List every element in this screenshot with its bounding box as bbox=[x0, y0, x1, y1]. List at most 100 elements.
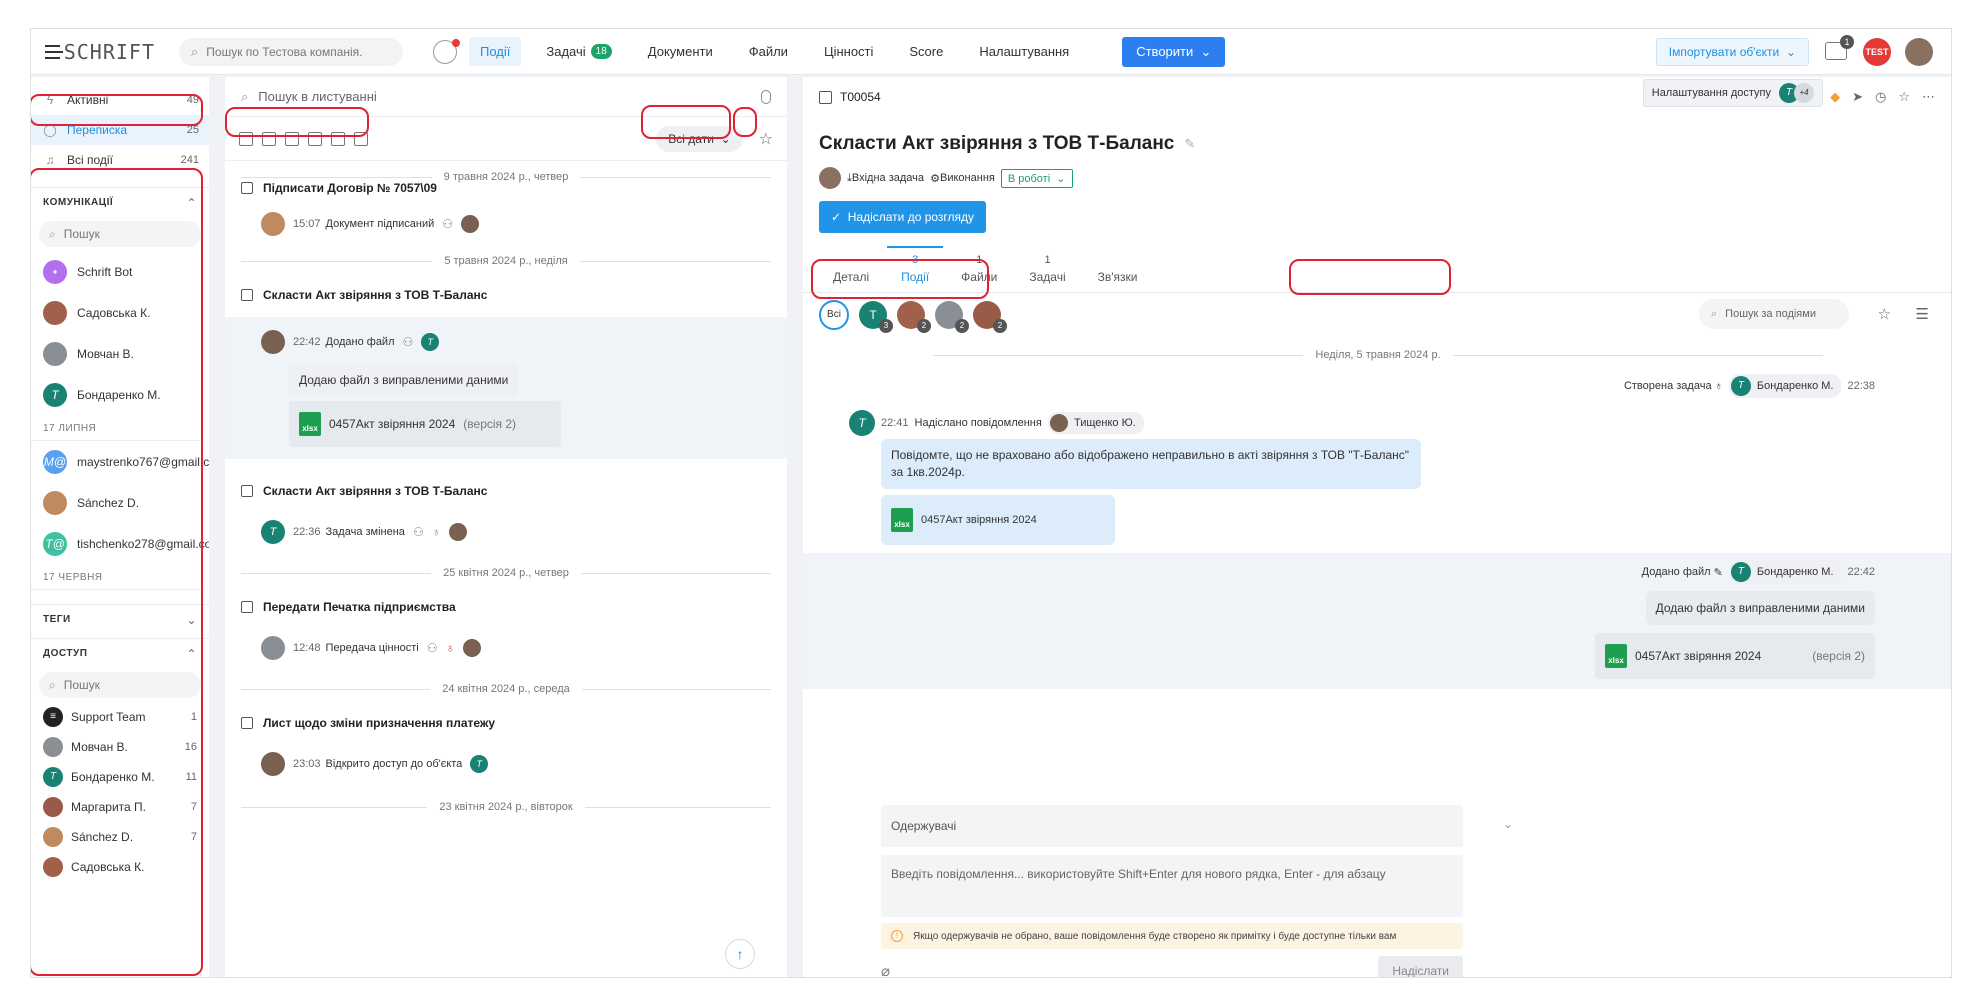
logo[interactable]: SCHRIFT bbox=[45, 40, 155, 64]
send-for-review-button[interactable]: ✓ Надіслати до розгляду bbox=[819, 201, 987, 233]
user-pill[interactable]: T Бондаренко М. bbox=[1728, 560, 1842, 584]
status-dropdown[interactable]: В роботі ⌄ bbox=[1000, 168, 1073, 188]
more-icon[interactable]: ⋯ bbox=[1922, 89, 1935, 105]
nav-tasks[interactable]: Задачі 18 bbox=[535, 37, 622, 66]
feed-event-selected[interactable]: 22:42 Додано файл ⚇ T Додаю файл з виправле… bbox=[225, 317, 787, 459]
ideas-icon[interactable] bbox=[433, 38, 460, 64]
alarm-icon[interactable]: ◷ bbox=[1875, 89, 1886, 105]
edit-icon[interactable]: ✎ bbox=[1184, 136, 1195, 152]
scroll-top-button[interactable]: ↑ bbox=[725, 939, 755, 969]
nav-values[interactable]: Цінності bbox=[813, 37, 884, 66]
contact-item[interactable]: Садовська К. bbox=[31, 292, 209, 333]
participant-filter[interactable]: 2 bbox=[897, 301, 931, 333]
bell-icon[interactable]: ◆ bbox=[1830, 89, 1840, 105]
briefcase-count: 1 bbox=[1840, 35, 1854, 49]
feed-event[interactable]: Скласти Акт звіряння з ТОВ Т-Баланс bbox=[225, 281, 787, 309]
contact-item[interactable]: Sánchez D. bbox=[31, 482, 209, 523]
contact-item[interactable]: Мовчан В. bbox=[31, 333, 209, 374]
feed-event[interactable]: Підписати Договір № 7057\09 15:07 Докумен… bbox=[225, 179, 787, 239]
communications-section-toggle[interactable]: КОМУНІКАЦІЇ ⌃ bbox=[31, 187, 209, 217]
contact-item[interactable]: • Schrift Bot bbox=[31, 251, 209, 292]
event-title[interactable]: Лист щодо зміни призначення платежу bbox=[263, 716, 495, 730]
feed-event[interactable]: Передати Печатка підприємства 12:48 Перед… bbox=[225, 593, 787, 663]
nav-settings[interactable]: Налаштування bbox=[968, 37, 1080, 66]
access-item[interactable]: Маргарита П. 7 bbox=[31, 792, 209, 822]
contact-name: Schrift Bot bbox=[77, 264, 133, 279]
tab-links[interactable]: Зв'язки bbox=[1084, 254, 1152, 292]
company-badge[interactable]: TEST bbox=[1863, 38, 1891, 66]
tab-events[interactable]: 3 Події bbox=[887, 246, 944, 292]
create-button[interactable]: Створити ⌄ bbox=[1122, 36, 1226, 67]
contact-item[interactable]: T Бондаренко М. bbox=[31, 374, 209, 415]
mail-filter-icon[interactable] bbox=[354, 131, 368, 146]
message-filter-icon[interactable] bbox=[285, 131, 299, 146]
filter-all-button[interactable]: Всі bbox=[819, 300, 849, 330]
attachment-icon[interactable]: ⌀ bbox=[881, 962, 890, 977]
nav-events[interactable]: Події bbox=[469, 37, 522, 66]
access-item[interactable]: T Бондаренко М. 11 bbox=[31, 762, 209, 792]
briefcase-icon[interactable]: 1 bbox=[1825, 35, 1854, 60]
participant-filter[interactable]: 2 bbox=[935, 301, 969, 333]
document-filter-icon[interactable] bbox=[239, 131, 253, 146]
date-filter-dropdown[interactable]: Всі дати ⌄ bbox=[656, 125, 743, 152]
feed-event[interactable]: Скласти Акт звіряння з ТОВ Т-Баланс T 22:… bbox=[225, 477, 787, 547]
sidebar-item-correspondence[interactable]: ◯ Переписка 25 bbox=[31, 115, 209, 145]
chevron-down-icon[interactable]: ⌄ bbox=[1503, 817, 1513, 831]
tags-section-toggle[interactable]: ТЕГИ ⌄ bbox=[31, 604, 209, 634]
tab-tasks[interactable]: 1 Задачі bbox=[1015, 254, 1079, 292]
feed-event[interactable]: Лист щодо зміни призначення платежу 23:0… bbox=[225, 709, 787, 779]
send-button[interactable]: Надіслати bbox=[1378, 956, 1463, 977]
message-input[interactable]: Введіть повідомлення... використовуйте S… bbox=[881, 855, 1463, 917]
star-icon[interactable]: ☆ bbox=[1898, 89, 1910, 105]
task-filter-icon[interactable] bbox=[262, 131, 276, 146]
file-attachment[interactable]: xlsx 0457Акт звіряння 2024 (версія 2) bbox=[1595, 633, 1875, 679]
recipients-field[interactable]: Одержувачі bbox=[881, 805, 1463, 847]
event-title[interactable]: Скласти Акт звіряння з ТОВ Т-Баланс bbox=[263, 288, 487, 302]
star-icon[interactable]: ☆ bbox=[1878, 305, 1891, 323]
access-item[interactable]: Мовчан В. 16 bbox=[31, 732, 209, 762]
event-title[interactable]: Скласти Акт звіряння з ТОВ Т-Баланс bbox=[263, 484, 487, 498]
sidebar-item-active[interactable]: ϟ Активні 49 bbox=[31, 85, 209, 115]
microphone-icon[interactable] bbox=[761, 89, 771, 104]
value-filter-icon[interactable] bbox=[331, 131, 345, 146]
sort-icon[interactable]: ☰ bbox=[1916, 305, 1929, 323]
access-item[interactable]: Sánchez D. 7 bbox=[31, 822, 209, 852]
contact-item[interactable]: M@ maystrenko767@gmail.com bbox=[31, 441, 209, 482]
event-title[interactable]: Підписати Договір № 7057\09 bbox=[263, 181, 437, 195]
file-name: 0457Акт звіряння 2024 bbox=[329, 417, 456, 431]
file-attachment[interactable]: xlsx 0457Акт звіряння 2024 bbox=[881, 495, 1115, 545]
communications-search[interactable]: ⌕ Пошук bbox=[39, 221, 201, 247]
menu-icon[interactable] bbox=[45, 44, 63, 59]
tab-files[interactable]: 1 Файли bbox=[947, 254, 1011, 292]
favorite-star-icon[interactable]: ☆ bbox=[759, 129, 773, 149]
tab-label: Деталі bbox=[833, 270, 870, 284]
user-pill[interactable]: Тищенко Ю. bbox=[1047, 412, 1144, 434]
file-attachment[interactable]: xlsx 0457Акт звіряння 2024 (версія 2) bbox=[289, 401, 561, 447]
user-pill[interactable]: T Бондаренко М. bbox=[1728, 374, 1842, 398]
section-title: ТЕГИ bbox=[43, 614, 71, 625]
access-item[interactable]: ≡ Support Team 1 bbox=[31, 702, 209, 732]
access-item[interactable]: Садовська К. bbox=[31, 852, 209, 882]
participant-filter[interactable]: T3 bbox=[859, 301, 893, 333]
global-search[interactable]: ⌕ Пошук по Тестова компанія. bbox=[179, 37, 403, 66]
access-search[interactable]: ⌕ Пошук bbox=[39, 672, 201, 698]
tab-details[interactable]: Деталі bbox=[819, 254, 883, 292]
folder-filter-icon[interactable] bbox=[308, 131, 322, 146]
nav-files[interactable]: Файли bbox=[738, 37, 799, 66]
sidebar-item-all-events[interactable]: ♫ Всі події 241 bbox=[31, 145, 209, 175]
participant-filter[interactable]: 2 bbox=[973, 301, 1007, 333]
access-section-toggle[interactable]: ДОСТУП ⌃ bbox=[31, 638, 209, 668]
nav-documents[interactable]: Документи bbox=[637, 37, 724, 66]
user-avatar[interactable] bbox=[1905, 38, 1933, 66]
avatar bbox=[43, 490, 67, 515]
access-settings-button[interactable]: Налаштування доступу T +4 bbox=[1642, 79, 1823, 107]
correspondence-search[interactable]: ⌕ Пошук в листуванні bbox=[225, 77, 787, 117]
send-icon[interactable]: ➤ bbox=[1852, 89, 1863, 105]
event-search[interactable]: ⌕ Пошук за подіями bbox=[1699, 299, 1849, 329]
message-composer: Одержувачі Введіть повідомлення... викор… bbox=[881, 805, 1463, 977]
contact-item[interactable]: T@ tishchenko278@gmail.com bbox=[31, 523, 209, 564]
group-icon: ⚇ bbox=[442, 217, 454, 231]
event-title[interactable]: Передати Печатка підприємства bbox=[263, 600, 456, 614]
nav-score[interactable]: Score bbox=[898, 37, 954, 66]
import-objects-button[interactable]: Імпортувати об'єкти ⌄ bbox=[1655, 38, 1809, 66]
